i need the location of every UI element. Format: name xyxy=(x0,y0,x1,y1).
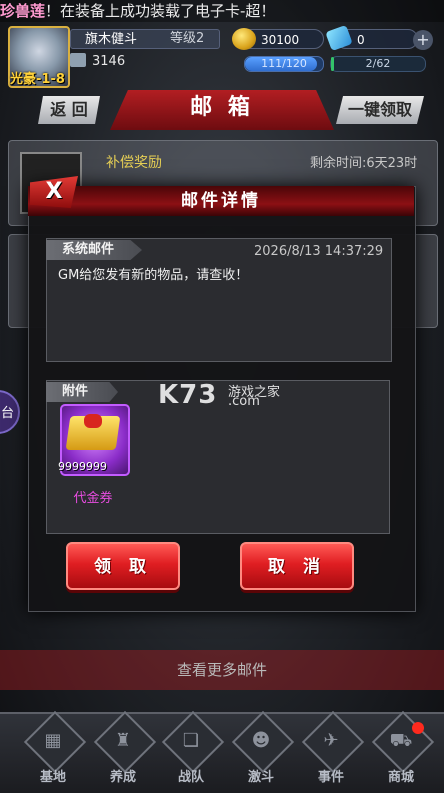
nav-label: 基地 xyxy=(39,770,66,785)
mail-time-left: 剩余时间:6天23时 xyxy=(310,156,418,171)
nav-item-2[interactable]: ❏ 战队 xyxy=(160,710,225,790)
power-value: 3146 xyxy=(92,54,126,69)
exp-fill xyxy=(331,57,335,71)
claim-all-button[interactable]: 一键领取 xyxy=(336,96,424,124)
back-button[interactable]: 返 回 xyxy=(38,96,100,124)
nav-label: 商城 xyxy=(387,770,414,785)
avatar-level-label: 光豪-1-8 xyxy=(10,72,65,87)
nav-item-0[interactable]: ▦ 基地 xyxy=(22,710,87,790)
page-title: 邮 箱 xyxy=(190,95,254,120)
mail-date: 2026/8/13 14:37:29 xyxy=(254,244,384,259)
announcement-marquee: 珍兽莲！在装备上成功装载了电子卡-超！ xyxy=(0,0,444,22)
marquee-prefix: 珍兽莲 xyxy=(0,2,46,20)
gold-coin-icon xyxy=(232,28,256,50)
shop-icon: ⛟ xyxy=(389,730,413,751)
cancel-button[interactable]: 取 消 xyxy=(240,542,354,590)
side-tab[interactable]: 台 xyxy=(0,390,20,434)
gift-bow-icon xyxy=(84,414,102,428)
view-more-mail-button[interactable]: 查看更多邮件 xyxy=(0,650,444,690)
stamina-label: 111/120 xyxy=(261,57,307,70)
dialog-title: 邮件详情 xyxy=(181,191,261,211)
power-row: 3146 xyxy=(70,53,230,71)
system-mail-tab: 系统邮件 xyxy=(46,240,142,260)
marquee-text: ！在装备上成功装载了电子卡-超！ xyxy=(45,2,276,20)
nav-item-4[interactable]: ✈ 事件 xyxy=(300,710,365,790)
attachment-tab: 附件 xyxy=(46,382,118,402)
nav-label: 事件 xyxy=(317,770,344,785)
battle-icon: ☻ xyxy=(251,730,271,751)
event-icon: ✈ xyxy=(323,730,339,751)
nav-item-1[interactable]: ♜ 养成 xyxy=(92,710,157,790)
watermark-line2: .com xyxy=(228,394,260,409)
player-rank: 等级2 xyxy=(170,31,205,46)
add-currency-icon[interactable]: + xyxy=(413,30,433,50)
nav-label: 养成 xyxy=(109,770,136,785)
mail-body: GM给您发有新的物品，请查收！ xyxy=(58,268,249,283)
team-icon: ❏ xyxy=(182,730,200,751)
item-name: 代金券 xyxy=(73,491,113,506)
base-icon: ▦ xyxy=(44,730,62,751)
claim-button[interactable]: 领 取 xyxy=(66,542,180,590)
notification-badge xyxy=(412,722,424,734)
train-icon: ♜ xyxy=(114,730,132,751)
nav-label: 战队 xyxy=(177,770,204,785)
exp-label: 2/62 xyxy=(365,57,391,70)
stamina-bar: 111/120 xyxy=(244,56,324,72)
sword-icon xyxy=(70,53,86,67)
nav-label: 激斗 xyxy=(247,770,274,785)
mail-title: 补偿奖励 xyxy=(106,155,162,171)
item-count: 9999999 xyxy=(58,460,107,473)
watermark-brand: K73 xyxy=(158,380,218,410)
exp-bar: 2/62 xyxy=(330,56,426,72)
nav-item-3[interactable]: ☻ 激斗 xyxy=(230,710,295,790)
